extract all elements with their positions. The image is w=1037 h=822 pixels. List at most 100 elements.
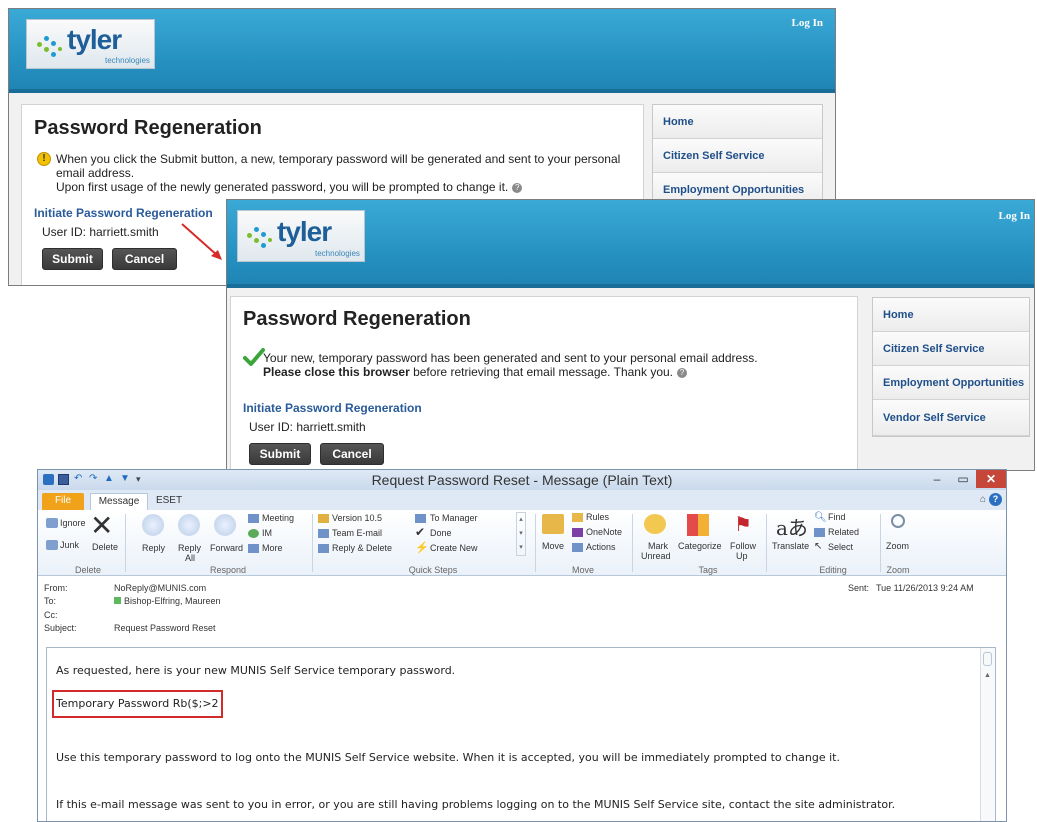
delete-button[interactable]: Delete [92,542,118,552]
related-button[interactable]: Related [828,527,859,537]
follow-up-button-line1[interactable]: Follow [730,541,756,551]
cc-label: Cc: [44,610,58,620]
junk-button[interactable]: Junk [60,540,79,550]
done-icon: ✔ [415,525,426,539]
section-title: Initiate Password Regeneration [243,401,422,415]
message-header: From: NoReply@MUNIS.com To: Bishop-Elfri… [38,576,1006,642]
more-icon [248,544,259,553]
rules-button[interactable]: Rules [586,512,609,522]
sidebar-item-home[interactable]: Home [873,298,1029,332]
meeting-button[interactable]: Meeting [262,513,294,523]
tyler-logo[interactable]: tyler technologies [26,19,155,69]
help-icon[interactable]: ? [512,182,523,193]
help-icon[interactable]: ? [989,493,1002,506]
group-separator [632,514,633,572]
follow-up-button-line2[interactable]: Up [736,551,748,561]
im-button[interactable]: IM [262,528,272,538]
scrollbar[interactable]: ▲ [980,648,995,821]
related-icon [814,528,825,537]
cancel-button[interactable]: Cancel [112,248,177,270]
quick-step-version[interactable]: Version 10.5 [332,513,382,523]
info-line2: Upon first usage of the newly generated … [56,180,509,194]
quick-step-reply-delete[interactable]: Reply & Delete [332,543,392,553]
quick-step-done[interactable]: Done [430,528,452,538]
more-button[interactable]: More [262,543,283,553]
quick-step-team-email[interactable]: Team E-mail [332,528,382,538]
window-title: Request Password Reset - Message (Plain … [371,472,673,488]
message-body[interactable]: As requested, here is your new MUNIS Sel… [46,647,996,821]
submit-button[interactable]: Submit [249,443,311,465]
ribbon-tabs: File Message ESET ⌂ ? [38,490,1006,511]
submit-button[interactable]: Submit [42,248,103,270]
quick-step-create-new[interactable]: Create New [430,543,478,553]
rules-icon [572,513,583,522]
reply-all-icon [178,514,200,536]
tab-eset[interactable]: ESET [152,493,186,510]
reply-all-button-line2[interactable]: All [185,553,195,563]
translate-button[interactable]: Translate [772,541,809,551]
zoom-icon [891,514,905,528]
main-card: Password Regeneration Your new, temporar… [230,296,858,470]
close-button[interactable]: ✕ [976,470,1006,488]
page-title: Password Regeneration [243,308,471,330]
quick-steps-scroll[interactable]: ▴ ▾ ▾ [516,512,526,556]
ignore-icon [46,518,58,528]
info-message: When you click the Submit button, a new,… [56,152,646,194]
success-message: Your new, temporary password has been ge… [263,351,853,379]
temp-password: Temporary Password Rb($;>2 [56,697,219,710]
reply-all-button-line1[interactable]: Reply [178,543,201,553]
mark-unread-icon [644,514,666,534]
sidebar-item-citizen[interactable]: Citizen Self Service [873,332,1029,366]
minimize-ribbon-icon[interactable]: ⌂ [980,494,986,505]
login-link[interactable]: Log In [999,210,1031,222]
sidebar-item-citizen[interactable]: Citizen Self Service [653,139,822,173]
arrow-icon [181,223,222,260]
login-link[interactable]: Log In [792,17,824,29]
group-separator [125,514,126,572]
zoom-button[interactable]: Zoom [886,541,909,551]
minimize-button[interactable]: – [924,470,950,488]
outlook-message-window: ↶ ↷ ▲ ▼ ▾ Request Password Reset - Messa… [37,469,1007,822]
actions-button[interactable]: Actions [586,542,616,552]
mark-unread-button-line2[interactable]: Unread [641,551,671,561]
from-label: From: [44,583,68,593]
meeting-icon [248,514,259,523]
delete-icon: ✕ [90,510,114,541]
group-label-zoom: Zoom [886,565,910,575]
help-icon[interactable]: ? [677,367,687,378]
user-id: User ID: harriett.smith [42,225,159,239]
categorize-button[interactable]: Categorize [678,541,722,551]
sidebar-item-home[interactable]: Home [653,105,822,139]
body-line-3: Use this temporary password to log onto … [56,751,840,764]
group-label-delete: Delete [74,565,101,575]
tab-message[interactable]: Message [90,493,148,510]
tyler-logo[interactable]: tyler technologies [237,210,365,262]
onenote-button[interactable]: OneNote [586,527,622,537]
from-value[interactable]: NoReply@MUNIS.com [114,583,206,593]
forward-button[interactable]: Forward [210,543,243,553]
group-label-move: Move [571,565,594,575]
reply-button[interactable]: Reply [142,543,165,553]
maximize-button[interactable]: ▭ [950,470,976,488]
group-label-respond: Respond [209,565,247,575]
tab-file[interactable]: File [42,493,84,510]
checkmark-icon [243,348,265,366]
select-button[interactable]: Select [828,542,853,552]
mark-unread-button-line1[interactable]: Mark [648,541,668,551]
quick-step-to-manager[interactable]: To Manager [430,513,478,523]
ignore-button[interactable]: Ignore [60,518,86,528]
sidebar-item-employment[interactable]: Employment Opportunities [873,366,1029,400]
success-line2-bold: Please close this browser [263,365,410,379]
to-manager-icon [415,514,426,523]
portal-window-after: tyler technologies Log In Password Regen… [226,199,1035,471]
move-icon [542,514,564,534]
success-line2-wrap: Please close this browser before retriev… [263,365,853,379]
cancel-button[interactable]: Cancel [320,443,384,465]
move-button[interactable]: Move [542,541,564,551]
find-button[interactable]: Find [828,512,846,522]
quick-steps-gallery[interactable]: Version 10.5 Team E-mail Reply & Delete … [318,512,528,562]
sidebar-item-vendor[interactable]: Vendor Self Service [873,400,1029,436]
sidebar: Home Citizen Self Service Employment Opp… [872,297,1030,437]
to-value[interactable]: Bishop-Elfring, Maureen [124,596,221,606]
scroll-up-icon[interactable]: ▲ [982,672,993,679]
